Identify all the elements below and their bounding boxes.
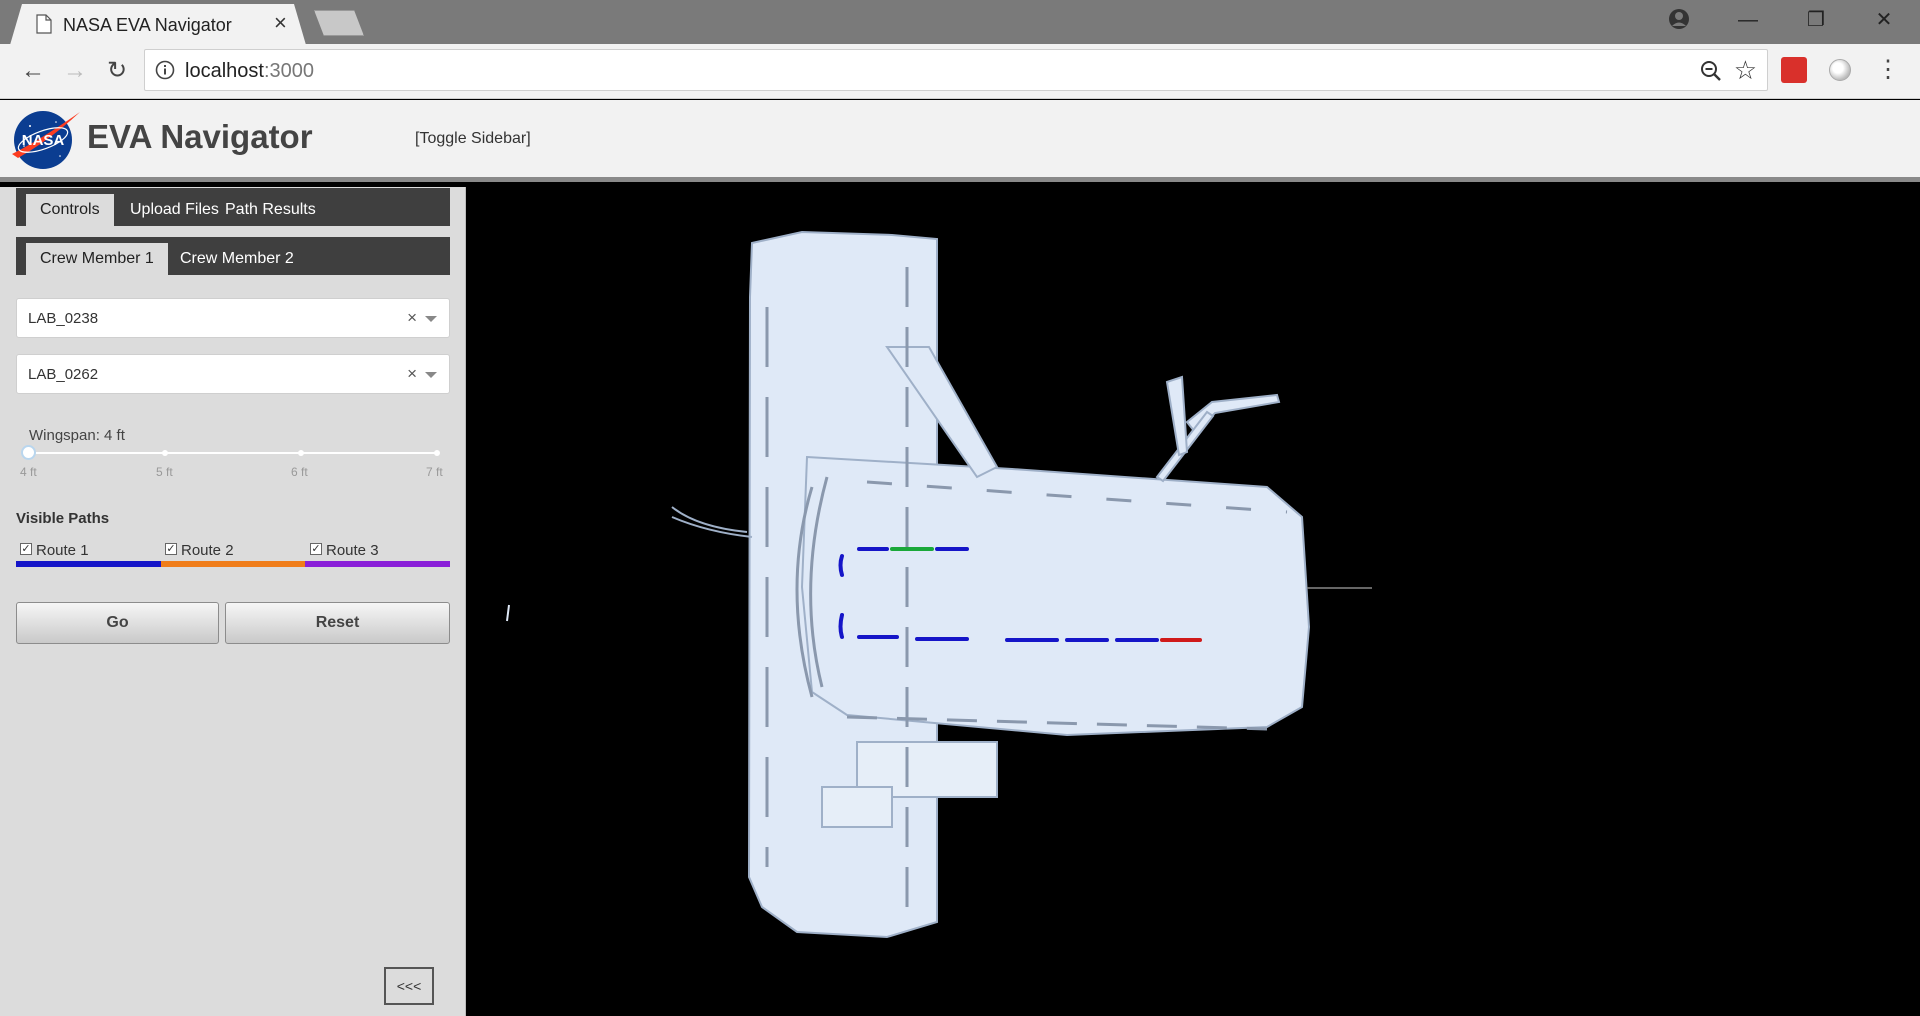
route-3-label: Route 3 [326, 542, 379, 559]
route-2-toggle[interactable]: ✓ Route 2 [165, 542, 234, 559]
slider-tick-label: 5 ft [156, 465, 173, 479]
toggle-sidebar-link[interactable]: [Toggle Sidebar] [415, 130, 531, 148]
extension-icon[interactable] [1781, 57, 1807, 83]
start-location-value: LAB_0238 [28, 310, 99, 327]
route-3-checkbox[interactable]: ✓ [310, 543, 322, 555]
station-model[interactable] [467, 187, 1920, 1016]
tab-close-icon[interactable]: × [274, 10, 287, 36]
slider-tick-label: 6 ft [291, 465, 308, 479]
slider-dot [298, 450, 304, 456]
restore-icon[interactable]: ❐ [1794, 4, 1838, 36]
extension-icon-2[interactable] [1829, 59, 1851, 81]
new-tab-button[interactable] [314, 10, 364, 36]
forward-icon[interactable]: → [58, 54, 92, 88]
debris-line [506, 604, 510, 622]
nasa-logo-text: NASA [22, 132, 65, 149]
route-3-toggle[interactable]: ✓ Route 3 [310, 542, 379, 559]
slider-tick-label: 4 ft [20, 465, 37, 479]
tab-crew-member-2[interactable]: Crew Member 2 [166, 243, 308, 275]
wingspan-label: Wingspan: 4 ft [29, 427, 125, 444]
clear-icon[interactable]: × [407, 364, 417, 384]
main-tab-bar: Controls Upload Files Path Results [16, 188, 450, 226]
browser-tab-strip: NASA EVA Navigator × — ❐ ✕ [0, 0, 1920, 45]
route-2-label: Route 2 [181, 542, 234, 559]
tab-crew-member-1[interactable]: Crew Member 1 [26, 243, 168, 275]
route-1-checkbox[interactable]: ✓ [20, 543, 32, 555]
tab-controls[interactable]: Controls [26, 194, 114, 226]
minimize-icon[interactable]: — [1726, 4, 1770, 36]
app-header: NASA EVA Navigator [Toggle Sidebar] [0, 100, 1920, 182]
end-location-select[interactable]: LAB_0262 × [16, 354, 450, 394]
url-text[interactable]: localhost:3000 [185, 60, 314, 83]
wingspan-slider-track[interactable] [28, 452, 437, 454]
profile-icon[interactable] [1668, 8, 1690, 30]
route-2-checkbox[interactable]: ✓ [165, 543, 177, 555]
back-icon[interactable]: ← [16, 54, 50, 88]
end-location-value: LAB_0262 [28, 366, 99, 383]
url-port: :3000 [263, 60, 314, 82]
go-button[interactable]: Go [16, 602, 219, 644]
bookmark-star-icon[interactable]: ☆ [1734, 56, 1757, 84]
route-3-color-bar [305, 561, 450, 567]
route-1-toggle[interactable]: ✓ Route 1 [20, 542, 89, 559]
close-window-icon[interactable]: ✕ [1862, 4, 1906, 36]
visible-paths-heading: Visible Paths [16, 510, 110, 527]
url-host: localhost [185, 60, 264, 82]
start-location-select[interactable]: LAB_0238 × [16, 298, 450, 338]
nasa-logo: NASA [12, 111, 80, 169]
reset-button[interactable]: Reset [225, 602, 450, 644]
tab-title: NASA EVA Navigator [63, 15, 232, 35]
browser-toolbar: ← → ↻ localhost:3000 ☆ ⋮ [0, 44, 1920, 99]
crew-tab-bar: Crew Member 1 Crew Member 2 [16, 237, 450, 275]
browser-menu-icon[interactable]: ⋮ [1876, 52, 1900, 88]
route-1-color-bar [16, 561, 161, 567]
route-2-color-bar [161, 561, 305, 567]
reload-icon[interactable]: ↻ [100, 54, 134, 88]
slider-dot [434, 450, 440, 456]
collapse-sidebar-button[interactable]: <<< [384, 967, 434, 1005]
route-1-label: Route 1 [36, 542, 89, 559]
zoom-out-icon[interactable] [1699, 59, 1723, 83]
tab-path-results[interactable]: Path Results [211, 194, 330, 226]
address-bar[interactable]: localhost:3000 ☆ [144, 49, 1768, 91]
slider-dot [162, 450, 168, 456]
sidebar: Controls Upload Files Path Results Crew … [0, 187, 466, 1016]
chevron-down-icon[interactable] [425, 372, 437, 378]
slider-tick-label: 7 ft [426, 465, 443, 479]
info-icon[interactable] [155, 60, 175, 80]
clear-icon[interactable]: × [407, 308, 417, 328]
chevron-down-icon[interactable] [425, 316, 437, 322]
browser-tab[interactable]: NASA EVA Navigator × [10, 4, 306, 45]
3d-viewport[interactable] [467, 187, 1920, 1016]
wingspan-slider-handle[interactable] [21, 445, 36, 460]
page-icon [36, 14, 52, 34]
app-title: EVA Navigator [87, 118, 313, 155]
